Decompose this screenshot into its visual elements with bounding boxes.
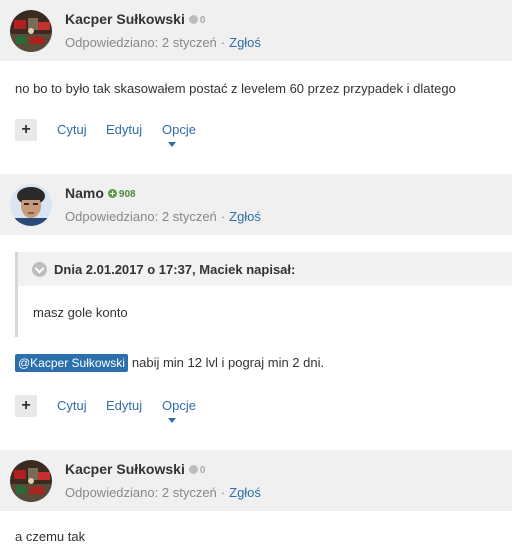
- report-link[interactable]: Zgłoś: [229, 35, 261, 50]
- post-header: Namo 908 Odpowiedziano: 2 styczeń · Zgłoś: [0, 174, 512, 235]
- caret-down-icon: [168, 142, 176, 147]
- plus-button[interactable]: +: [15, 119, 37, 141]
- quote-citation: Dnia 2.01.2017 o 17:37, Maciek napisał:: [54, 262, 296, 277]
- quote-block: Dnia 2.01.2017 o 17:37, Maciek napisał: …: [15, 252, 512, 337]
- author-name[interactable]: Namo 908: [65, 185, 136, 201]
- author-name[interactable]: Kacper Sułkowski 0: [65, 461, 205, 477]
- report-link[interactable]: Zgłoś: [229, 209, 261, 224]
- options-button[interactable]: Opcje: [162, 122, 196, 152]
- options-button[interactable]: Opcje: [162, 398, 196, 428]
- author-name[interactable]: Kacper Sułkowski 0: [65, 11, 205, 27]
- answered-label: Odpowiedziano:: [65, 35, 159, 50]
- reputation-neutral-icon: [188, 15, 198, 24]
- post-date: 2 styczeń: [161, 35, 217, 50]
- separator: ·: [220, 35, 226, 50]
- post-body: a czemu tak: [15, 529, 86, 544]
- quote-text: masz gole konto: [33, 305, 128, 320]
- post-body: @Kacper Sułkowski nabij min 12 lvl i pogr…: [15, 354, 324, 372]
- post-meta: Odpowiedziano: 2 styczeń · Zgłoś: [65, 35, 261, 50]
- avatar[interactable]: [10, 184, 52, 226]
- quote-header[interactable]: Dnia 2.01.2017 o 17:37, Maciek napisał:: [18, 252, 512, 286]
- post-body: no bo to było tak skasowałem postać z le…: [15, 81, 456, 96]
- reputation-value: 908: [118, 189, 136, 200]
- reputation-value: 0: [199, 465, 206, 476]
- caret-down-icon: [168, 418, 176, 423]
- reputation-badge: 0: [188, 465, 206, 476]
- separator: ·: [220, 485, 226, 500]
- post-meta: Odpowiedziano: 2 styczeń · Zgłoś: [65, 485, 261, 500]
- reputation-positive-icon: [107, 189, 117, 198]
- chevron-down-icon[interactable]: [32, 262, 47, 277]
- quote-button[interactable]: Cytuj: [57, 398, 87, 413]
- avatar[interactable]: [10, 10, 52, 52]
- author-link[interactable]: Kacper Sułkowski: [65, 461, 185, 477]
- reputation-badge: 0: [188, 15, 206, 26]
- edit-button[interactable]: Edytuj: [106, 122, 142, 137]
- author-link[interactable]: Namo: [65, 185, 104, 201]
- report-link[interactable]: Zgłoś: [229, 485, 261, 500]
- post-header: Kacper Sułkowski 0 Odpowiedziano: 2 stycz…: [0, 0, 512, 61]
- post-meta: Odpowiedziano: 2 styczeń · Zgłoś: [65, 209, 261, 224]
- separator: ·: [220, 209, 226, 224]
- user-mention[interactable]: @Kacper Sułkowski: [15, 354, 128, 372]
- reputation-value: 0: [199, 15, 206, 26]
- avatar[interactable]: [10, 460, 52, 502]
- author-link[interactable]: Kacper Sułkowski: [65, 11, 185, 27]
- options-label[interactable]: Opcje: [162, 398, 196, 413]
- post-date: 2 styczeń: [161, 209, 217, 224]
- options-label[interactable]: Opcje: [162, 122, 196, 137]
- reputation-badge: 908: [107, 189, 136, 200]
- answered-label: Odpowiedziano:: [65, 485, 159, 500]
- answered-label: Odpowiedziano:: [65, 209, 159, 224]
- post-header: Kacper Sułkowski 0 Odpowiedziano: 2 stycz…: [0, 450, 512, 511]
- edit-button[interactable]: Edytuj: [106, 398, 142, 413]
- quote-button[interactable]: Cytuj: [57, 122, 87, 137]
- post-date: 2 styczeń: [161, 485, 217, 500]
- plus-button[interactable]: +: [15, 395, 37, 417]
- post-body-text: nabij min 12 lvl i pograj min 2 dni.: [131, 355, 325, 370]
- reputation-neutral-icon: [188, 465, 198, 474]
